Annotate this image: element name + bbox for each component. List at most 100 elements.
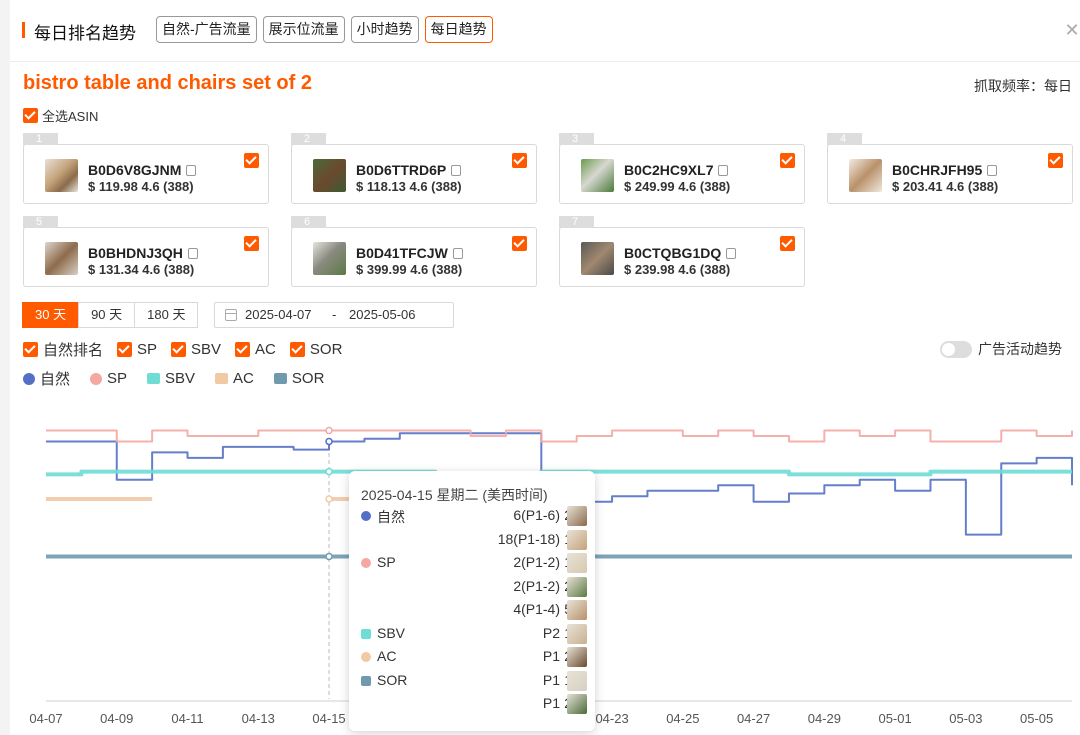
product-thumbnail: [567, 553, 587, 573]
range-90-days[interactable]: 90 天: [78, 302, 136, 328]
copy-icon[interactable]: [186, 165, 197, 176]
tooltip-marker: [361, 675, 371, 686]
tooltip-value: 6(P1-6): [513, 507, 560, 523]
legend-organic[interactable]: 自然: [23, 368, 70, 389]
asin-checkbox[interactable]: [780, 236, 795, 251]
checkbox-icon[interactable]: [117, 342, 133, 357]
checkbox-icon[interactable]: [171, 342, 187, 357]
x-tick-label: 05-05: [1020, 711, 1053, 726]
product-thumbnail: [45, 242, 78, 275]
checkbox-icon[interactable]: [235, 342, 251, 357]
series-point-自然: [325, 437, 333, 446]
x-tick-label: 05-01: [878, 711, 911, 726]
asin-card-7[interactable]: 7 B0CTQBG1DQ $ 239.98 4.6 (388): [559, 216, 805, 287]
tab-daily-trend[interactable]: 每日趋势: [424, 16, 493, 43]
series-point-AC: [325, 495, 333, 503]
tab-placement-traffic[interactable]: 展示位流量: [262, 16, 345, 43]
tooltip-value: 2(P1-2): [513, 577, 560, 594]
range-180-days[interactable]: 180 天: [134, 302, 199, 328]
asin-index: 3: [559, 133, 594, 145]
tooltip-label: SP: [377, 554, 396, 570]
legend-sp[interactable]: SP: [90, 368, 127, 389]
asin-price-rating: $ 399.99 4.6 (388): [356, 262, 463, 277]
tooltip-marker: [361, 511, 371, 521]
asin-price-rating: $ 239.98 4.6 (388): [624, 262, 731, 277]
checkbox-icon[interactable]: [289, 342, 305, 357]
date-end: 2025-05-06: [349, 307, 416, 322]
tooltip-value: P2: [542, 624, 560, 641]
series-line-SP: [46, 429, 1073, 443]
product-thumbnail: [567, 623, 587, 644]
asin-card-3[interactable]: 3 B0C2HC9XL7 $ 249.99 4.6 (388): [559, 133, 805, 204]
asin-code: B0D41TFCJW: [356, 245, 463, 261]
asin-checkbox[interactable]: [1048, 153, 1063, 168]
asin-checkbox[interactable]: [512, 236, 527, 251]
asin-index: 5: [23, 216, 58, 228]
legend-ac[interactable]: AC: [215, 368, 254, 389]
tooltip-label: 自然: [377, 509, 405, 525]
x-tick-label: 04-27: [737, 711, 770, 726]
x-tick-label: 04-09: [100, 711, 133, 726]
tooltip-marker: [361, 652, 371, 662]
product-thumbnail: [567, 506, 587, 526]
legend-marker: [273, 373, 287, 384]
tooltip-row: 2(P1-2)2: [361, 576, 587, 598]
metric-ac[interactable]: AC: [235, 339, 276, 360]
asin-card-2[interactable]: 2 B0D6TTRD6P $ 118.13 4.6 (388): [291, 133, 537, 204]
product-thumbnail: [567, 694, 587, 714]
asin-price-rating: $ 118.13 4.6 (388): [356, 179, 462, 194]
metric-sbv[interactable]: SBV: [171, 339, 221, 360]
x-tick-label: 04-29: [808, 711, 841, 726]
legend-sor[interactable]: SOR: [273, 368, 324, 389]
ad-campaign-trend-toggle[interactable]: 广告活动趋势: [940, 339, 1062, 359]
metric-sp[interactable]: SP: [117, 339, 157, 360]
range-30-days[interactable]: 30 天: [22, 302, 80, 328]
copy-icon[interactable]: [726, 248, 737, 259]
select-all-label: 全选ASIN: [42, 109, 99, 124]
select-all-asin[interactable]: 全选ASIN: [23, 106, 98, 125]
product-thumbnail: [567, 670, 587, 691]
x-tick-label: 05-03: [949, 711, 982, 726]
select-all-checkbox[interactable]: [23, 108, 38, 123]
asin-price-rating: $ 203.41 4.6 (388): [892, 179, 999, 194]
asin-index: 4: [827, 133, 862, 145]
metric-filters: 自然排名 SP SBV AC SOR: [23, 339, 342, 360]
asin-index: 7: [559, 216, 594, 228]
asin-index: 1: [23, 133, 58, 145]
copy-icon[interactable]: [987, 165, 998, 176]
asin-code: B0CHRJFH95: [892, 162, 998, 178]
asin-card-6[interactable]: 6 B0D41TFCJW $ 399.99 4.6 (388): [291, 216, 537, 287]
asin-code: B0CTQBG1DQ: [624, 245, 737, 261]
copy-icon[interactable]: [718, 165, 729, 176]
series-point-SP: [325, 426, 333, 435]
legend-sbv[interactable]: SBV: [147, 368, 195, 389]
close-icon[interactable]: ✕: [1064, 21, 1080, 39]
asin-card-4[interactable]: 4 B0CHRJFH95 $ 203.41 4.6 (388): [827, 133, 1073, 204]
asin-card-1[interactable]: 1 B0D6V8GJNM $ 119.98 4.6 (388): [23, 133, 269, 204]
checkbox-icon[interactable]: [23, 342, 38, 357]
asin-card-5[interactable]: 5 B0BHDNJ3QH $ 131.34 4.6 (388): [23, 216, 269, 287]
copy-icon[interactable]: [187, 248, 198, 259]
asin-code: B0D6V8GJNM: [88, 162, 197, 178]
x-tick-label: 04-15: [312, 711, 345, 726]
title-accent-bar: [22, 22, 25, 38]
metric-sor[interactable]: SOR: [289, 339, 342, 360]
tooltip-marker: [361, 628, 371, 639]
legend-marker: [90, 372, 103, 385]
x-tick-label: 04-13: [242, 711, 275, 726]
toggle-switch[interactable]: [940, 340, 972, 358]
date-range-picker[interactable]: 2025-04-07 - 2025-05-06: [214, 302, 454, 328]
copy-icon[interactable]: [452, 248, 463, 259]
metric-organic-rank[interactable]: 自然排名: [23, 339, 103, 360]
asin-checkbox[interactable]: [780, 153, 795, 168]
asin-checkbox[interactable]: [512, 153, 527, 168]
copy-icon[interactable]: [451, 165, 462, 176]
product-thumbnail: [313, 159, 346, 192]
keyword-title: bistro table and chairs set of 2: [23, 72, 312, 94]
asin-checkbox[interactable]: [244, 153, 259, 168]
chart-legend: 自然 SP SBV AC SOR: [23, 368, 324, 389]
tooltip-value: P1: [542, 671, 560, 688]
tab-organic-ad-traffic[interactable]: 自然-广告流量: [156, 16, 257, 43]
asin-checkbox[interactable]: [244, 236, 259, 251]
tab-hourly-trend[interactable]: 小时趋势: [350, 16, 419, 43]
